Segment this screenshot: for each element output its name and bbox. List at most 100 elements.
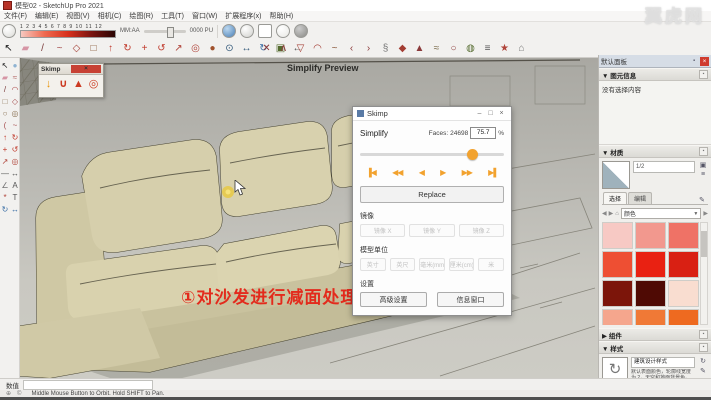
- scale-tool-icon[interactable]: ↗: [0, 156, 10, 168]
- freehand-tool-icon[interactable]: ~: [53, 42, 66, 55]
- unit-button[interactable]: 英寸: [360, 258, 386, 271]
- pie-tool-icon[interactable]: ~: [10, 120, 20, 132]
- pin-icon[interactable]: ▪: [693, 58, 700, 64]
- simplify-slider-knob[interactable]: [467, 149, 478, 160]
- unit-button[interactable]: 英尺: [390, 258, 416, 271]
- rectangle-tool-icon[interactable]: □: [0, 96, 10, 108]
- follow-me-tool-icon[interactable]: ↻: [121, 42, 134, 55]
- line-tool-icon[interactable]: /: [36, 42, 49, 55]
- protractor-tool-icon[interactable]: ∠: [0, 180, 10, 192]
- color-swatch[interactable]: [635, 280, 666, 307]
- plugin-icon[interactable]: ⌂: [515, 42, 528, 55]
- detail-icon[interactable]: ▶: [703, 210, 708, 217]
- styles-header[interactable]: ▼ 样式 ▪: [599, 341, 711, 354]
- flip-button[interactable]: 镜像 X: [360, 224, 405, 237]
- credit-icon[interactable]: ©: [17, 391, 21, 397]
- menu-item[interactable]: 相机(C): [98, 11, 122, 21]
- playback-button[interactable]: ▶▶: [462, 168, 472, 177]
- plugin-icon[interactable]: ★: [498, 42, 511, 55]
- section-options-icon[interactable]: ▪: [699, 330, 708, 339]
- settings-button[interactable]: 信息窗口: [437, 292, 504, 307]
- swatch-scrollbar[interactable]: [700, 222, 708, 325]
- percent-input[interactable]: 75.7: [470, 127, 496, 139]
- push-pull-tool-icon[interactable]: ↑: [104, 42, 117, 55]
- menu-item[interactable]: 窗口(W): [192, 11, 217, 21]
- plugin-icon[interactable]: ○: [447, 42, 460, 55]
- close-icon[interactable]: ×: [71, 65, 101, 73]
- close-icon[interactable]: ×: [700, 57, 709, 66]
- menu-item[interactable]: 帮助(H): [269, 11, 293, 21]
- unit-button[interactable]: 毫米(mm): [419, 258, 445, 271]
- move-tool-icon[interactable]: +: [0, 144, 10, 156]
- menu-item[interactable]: 文件(F): [4, 11, 27, 21]
- style-name-field[interactable]: 建筑设计样式: [631, 357, 695, 368]
- color-swatch[interactable]: [602, 280, 633, 307]
- plugin-icon[interactable]: ›: [362, 42, 375, 55]
- menu-item[interactable]: 扩展程序(x): [225, 11, 261, 21]
- color-swatch[interactable]: [635, 222, 666, 249]
- zoom-tool-icon[interactable]: ⊙: [223, 42, 236, 55]
- select-tool-icon[interactable]: ↖: [0, 60, 10, 72]
- skimp-mesh-icon[interactable]: ▲: [72, 77, 85, 91]
- rotate-tool-icon[interactable]: ↺: [155, 42, 168, 55]
- paint-bucket-icon[interactable]: ●: [206, 42, 219, 55]
- dialog-titlebar[interactable]: Skimp – □ ×: [353, 107, 511, 121]
- menu-item[interactable]: 工具(T): [161, 11, 184, 21]
- display-pane-icon[interactable]: ▣: [698, 161, 708, 169]
- skimp-toolbar-titlebar[interactable]: Skimp ×: [39, 64, 103, 75]
- update-style-icon[interactable]: ↻: [698, 357, 708, 365]
- shapes-tool-icon[interactable]: ◇: [10, 96, 20, 108]
- skimp-simplify-icon[interactable]: ∪: [57, 77, 70, 91]
- pan-tool-icon[interactable]: ↔: [240, 42, 253, 55]
- flip-button[interactable]: 镜像 Z: [459, 224, 504, 237]
- vcb-input[interactable]: [23, 380, 153, 390]
- section-options-icon[interactable]: ▪: [699, 70, 708, 79]
- rotate-tool-icon[interactable]: ↺: [10, 144, 20, 156]
- push-pull-tool-icon[interactable]: ↑: [0, 132, 10, 144]
- minimize-icon[interactable]: –: [474, 110, 485, 117]
- playback-button[interactable]: ▶: [440, 168, 445, 177]
- components-header[interactable]: ▶ 组件 ▪: [599, 328, 711, 341]
- edit-style-icon[interactable]: ✎: [698, 367, 708, 375]
- playback-button[interactable]: ◀: [419, 168, 424, 177]
- material-preview[interactable]: [602, 161, 630, 189]
- color-swatch[interactable]: [668, 309, 699, 325]
- polygon-tool-icon[interactable]: ◎: [10, 108, 20, 120]
- color-swatch[interactable]: [668, 222, 699, 249]
- flip-button[interactable]: 镜像 Y: [409, 224, 454, 237]
- unit-button[interactable]: 米: [478, 258, 504, 271]
- orbit-tool-icon[interactable]: ↻: [0, 204, 10, 216]
- settings-button[interactable]: 高级设置: [360, 292, 427, 307]
- toolbar-slider[interactable]: [144, 30, 186, 33]
- plugin-icon[interactable]: ≡: [481, 42, 494, 55]
- entity-info-header[interactable]: ▼ 图元信息 ▪: [599, 68, 711, 81]
- collection-dropdown[interactable]: 颜色▼: [621, 208, 702, 219]
- subdivision-strip[interactable]: 1 2 3 4 5 6 7 8 9 10 11 12: [20, 24, 116, 38]
- shapes-tool-icon[interactable]: ◇: [70, 42, 83, 55]
- scale-tool-icon[interactable]: ↗: [172, 42, 185, 55]
- color-swatch[interactable]: [635, 309, 666, 325]
- wireframe-sphere-icon[interactable]: [240, 24, 254, 38]
- offset-tool-icon[interactable]: ◎: [189, 42, 202, 55]
- material-name-field[interactable]: 1/2: [633, 161, 695, 173]
- component-tool-icon[interactable]: ●: [10, 60, 20, 72]
- close-icon[interactable]: ×: [496, 110, 507, 117]
- line-tool-icon[interactable]: /: [0, 84, 10, 96]
- plugin-icon[interactable]: ~: [328, 42, 341, 55]
- 3d-text-tool-icon[interactable]: T: [10, 192, 20, 204]
- color-swatch[interactable]: [668, 251, 699, 278]
- replace-button[interactable]: Replace: [360, 186, 504, 203]
- menu-item[interactable]: 编辑(E): [35, 11, 58, 21]
- plugin-icon[interactable]: ▽: [294, 42, 307, 55]
- monochrome-sphere-icon[interactable]: [294, 24, 308, 38]
- plugin-icon[interactable]: ✕: [260, 42, 273, 55]
- circle-tool-icon[interactable]: ○: [0, 108, 10, 120]
- geolocation-icon[interactable]: ⊕: [6, 390, 11, 397]
- create-material-icon[interactable]: ≡: [698, 171, 708, 178]
- text-tool-icon[interactable]: A: [10, 180, 20, 192]
- axes-tool-icon[interactable]: *: [0, 192, 10, 204]
- section-options-icon[interactable]: ▪: [699, 343, 708, 352]
- unit-button[interactable]: 厘米(cm): [449, 258, 475, 271]
- back-icon[interactable]: ◀: [602, 210, 607, 217]
- skimp-reduce-icon[interactable]: ◎: [87, 77, 100, 91]
